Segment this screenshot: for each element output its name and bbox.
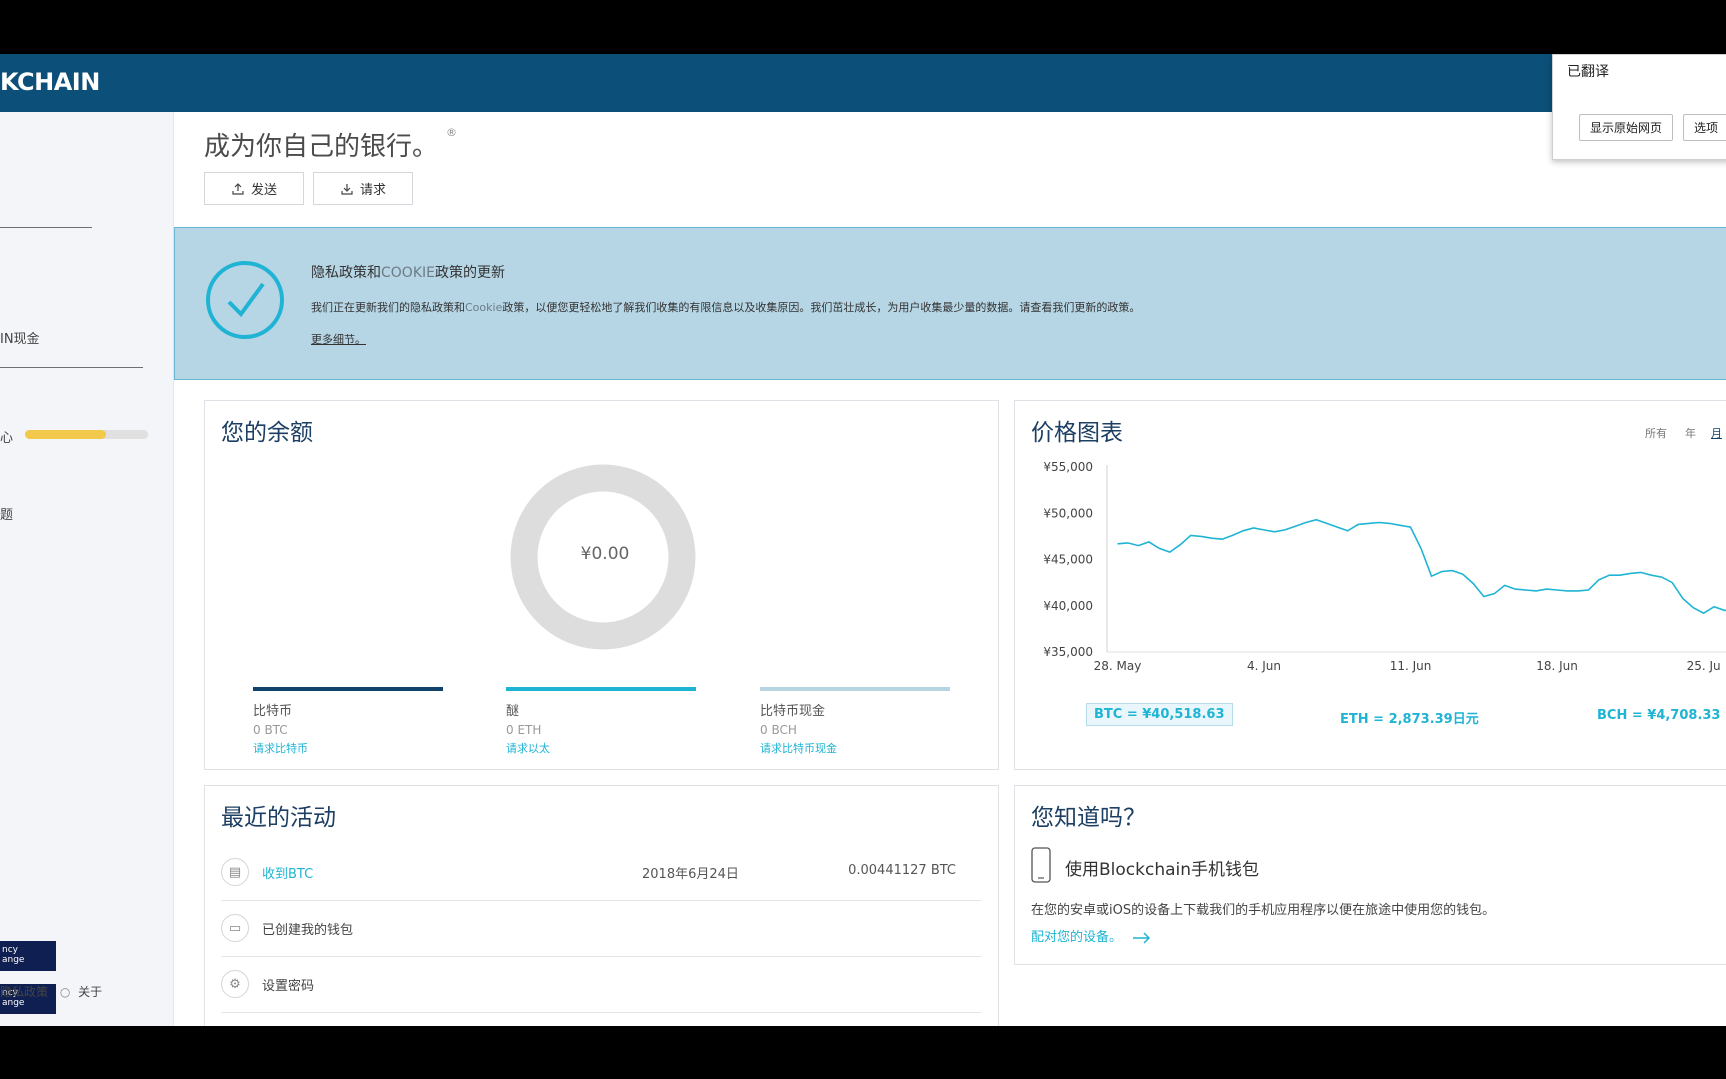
security-progress-fill (25, 430, 107, 439)
exchange-badge[interactable]: ncy ange (0, 941, 56, 971)
activity-card: 最近的活动 ▤ 收到BTC 2018年6月24日 0.00441127 BTC … (204, 785, 999, 1026)
sidebar-footer: 隐私政策 ○ 关于 (0, 983, 102, 1000)
banner-title-cookie: COOKIE (381, 265, 435, 281)
banner-body: 我们正在更新我们的隐私政策和Cookie政策，以便您更轻松地了解我们收集的有限信… (311, 299, 1140, 315)
y-tick-label: ¥55,000 (1043, 460, 1093, 474)
logo[interactable]: KCHAIN (0, 68, 100, 96)
send-label: 发送 (250, 183, 277, 198)
activity-label: 收到BTC (262, 867, 314, 882)
coin-name: 比特币 (253, 704, 293, 719)
balance-card: 您的余额 ¥0.00 比特币 0 BTC 请求比特币 醚 0 ETH 请求以太 … (204, 400, 999, 770)
banner-title: 隐私政策和COOKIE政策的更新 (311, 262, 505, 282)
mobile-wallet-heading: 使用Blockchain手机钱包 (1065, 860, 1260, 880)
request-btc-link[interactable]: 请求比特币 (253, 740, 443, 756)
y-tick-label: ¥50,000 (1043, 506, 1093, 520)
activity-label: 已创建我的钱包 (262, 923, 354, 938)
coin-name: 醚 (506, 704, 520, 719)
pair-device-label: 配对您的设备。 (1031, 930, 1123, 945)
bch-price: BCH = ¥4,708.33 (1597, 708, 1721, 723)
registered-icon: ® (446, 126, 458, 139)
sidebar-item-faq[interactable]: 题 (0, 504, 13, 523)
sidebar-item-security[interactable]: 心 (0, 427, 13, 446)
activity-row[interactable]: ⚙ 设置密码 (221, 956, 981, 1013)
banner-title-part: 隐私政策和 (311, 265, 381, 281)
coin-bar (506, 687, 696, 691)
did-you-know-title: 您知道吗？ (1031, 805, 1146, 831)
activity-row[interactable]: ▤ 收到BTC 2018年6月24日 0.00441127 BTC (221, 844, 981, 901)
download-icon (341, 183, 353, 195)
activity-date: 2018年6月24日 (642, 867, 739, 882)
coin-bar (760, 687, 950, 691)
did-you-know-card: 您知道吗？ 使用Blockchain手机钱包 在您的安卓或iOS的设备上下载我们… (1014, 785, 1726, 965)
security-progress-bar (25, 430, 148, 439)
y-tick-label: ¥35,000 (1043, 645, 1093, 659)
banner-body-cookie: Cookie (465, 301, 503, 314)
privacy-link[interactable]: 隐私政策 (0, 985, 48, 999)
pair-device-link[interactable]: 配对您的设备。 (1031, 926, 1152, 945)
sidebar: IN现金 心 题 ncy ange ncy ange (0, 112, 174, 1026)
mobile-wallet-description: 在您的安卓或iOS的设备上下载我们的手机应用程序以便在旅途中使用您的钱包。 (1031, 903, 1496, 918)
show-original-button[interactable]: 显示原始网页 (1579, 114, 1674, 141)
eth-price: ETH = 2,873.39日元 (1340, 712, 1479, 727)
btc-price-line (1117, 518, 1726, 615)
coin-name: 比特币现金 (760, 704, 826, 719)
separator-dot-icon: ○ (59, 985, 71, 999)
btc-price: BTC = ¥40,518.63 (1086, 703, 1233, 726)
request-bch-link[interactable]: 请求比特币现金 (760, 740, 950, 756)
coin-bch: 比特币现金 0 BCH 请求比特币现金 (760, 687, 950, 756)
x-tick-label: 28. May (1094, 659, 1142, 673)
checkmark-circle-icon (206, 261, 284, 339)
translate-options-button[interactable]: 选项 (1683, 114, 1726, 141)
translate-popup-title: 已翻译 (1567, 64, 1609, 80)
gear-icon: ⚙ (221, 970, 249, 998)
coin-amount: 0 BCH (760, 723, 797, 737)
coin-eth: 醚 0 ETH 请求以太 (506, 687, 696, 756)
x-tick-label: 11. Jun (1390, 659, 1432, 673)
arrow-right-icon (1133, 931, 1151, 944)
y-tick-label: ¥45,000 (1043, 553, 1093, 567)
page-title: 成为你自己的银行。 ® (204, 126, 457, 163)
banner-body-part: 我们正在更新我们的隐私政策和 (311, 301, 465, 314)
translate-popup: 已翻译 显示原始网页 选项 (1552, 54, 1726, 160)
price-chart-svg: ¥55,000 ¥50,000 ¥45,000 ¥40,000 ¥35,00028. M… (1043, 460, 1726, 673)
request-button[interactable]: 请求 (313, 172, 413, 205)
receipt-icon: ▤ (221, 858, 249, 886)
x-tick-label: 25. Ju (1687, 659, 1721, 673)
banner-body-part: 政策，以便您更轻松地了解我们收集的有限信息以及收集原因。我们茁壮成长，为用户收集… (502, 301, 1141, 314)
request-label: 请求 (359, 183, 386, 198)
page-title-text: 成为你自己的银行。 (204, 132, 439, 162)
sidebar-item-cash[interactable]: IN现金 (0, 328, 40, 347)
about-link[interactable]: 关于 (78, 985, 102, 999)
y-tick-label: ¥40,000 (1043, 599, 1093, 613)
x-tick-label: 4. Jun (1247, 659, 1281, 673)
activity-row[interactable]: ▭ 已创建我的钱包 (221, 900, 981, 957)
sidebar-divider (0, 227, 92, 228)
coin-bar (253, 687, 443, 691)
top-header: KCHAIN (0, 54, 1726, 112)
activity-amount: 0.00441127 BTC (848, 863, 956, 878)
app-window: KCHAIN 已翻译 显示原始网页 选项 IN现金 心 题 ncy ange n… (0, 54, 1726, 1026)
balance-total: ¥0.00 (580, 544, 630, 564)
price-chart-card: 价格图表 所有 年 月 ¥55,000 ¥50,000 ¥45,000 ¥40,000… (1014, 400, 1726, 770)
x-tick-label: 18. Jun (1536, 659, 1578, 673)
balance-title: 您的余额 (221, 420, 313, 446)
policy-banner: 隐私政策和COOKIE政策的更新 我们正在更新我们的隐私政策和Cookie政策，… (174, 227, 1726, 380)
sidebar-divider (0, 367, 143, 368)
coin-btc: 比特币 0 BTC 请求比特币 (253, 687, 443, 756)
wallet-icon: ▭ (221, 914, 249, 942)
coin-amount: 0 ETH (506, 723, 542, 737)
request-eth-link[interactable]: 请求以太 (506, 740, 696, 756)
send-button[interactable]: 发送 (204, 172, 304, 205)
upload-icon (232, 182, 244, 195)
more-details-link[interactable]: 更多细节。 (311, 331, 366, 347)
banner-title-part: 政策的更新 (434, 265, 505, 281)
activity-label: 设置密码 (262, 979, 315, 994)
activity-title: 最近的活动 (221, 805, 336, 831)
phone-icon (1031, 847, 1051, 883)
coin-amount: 0 BTC (253, 723, 288, 737)
